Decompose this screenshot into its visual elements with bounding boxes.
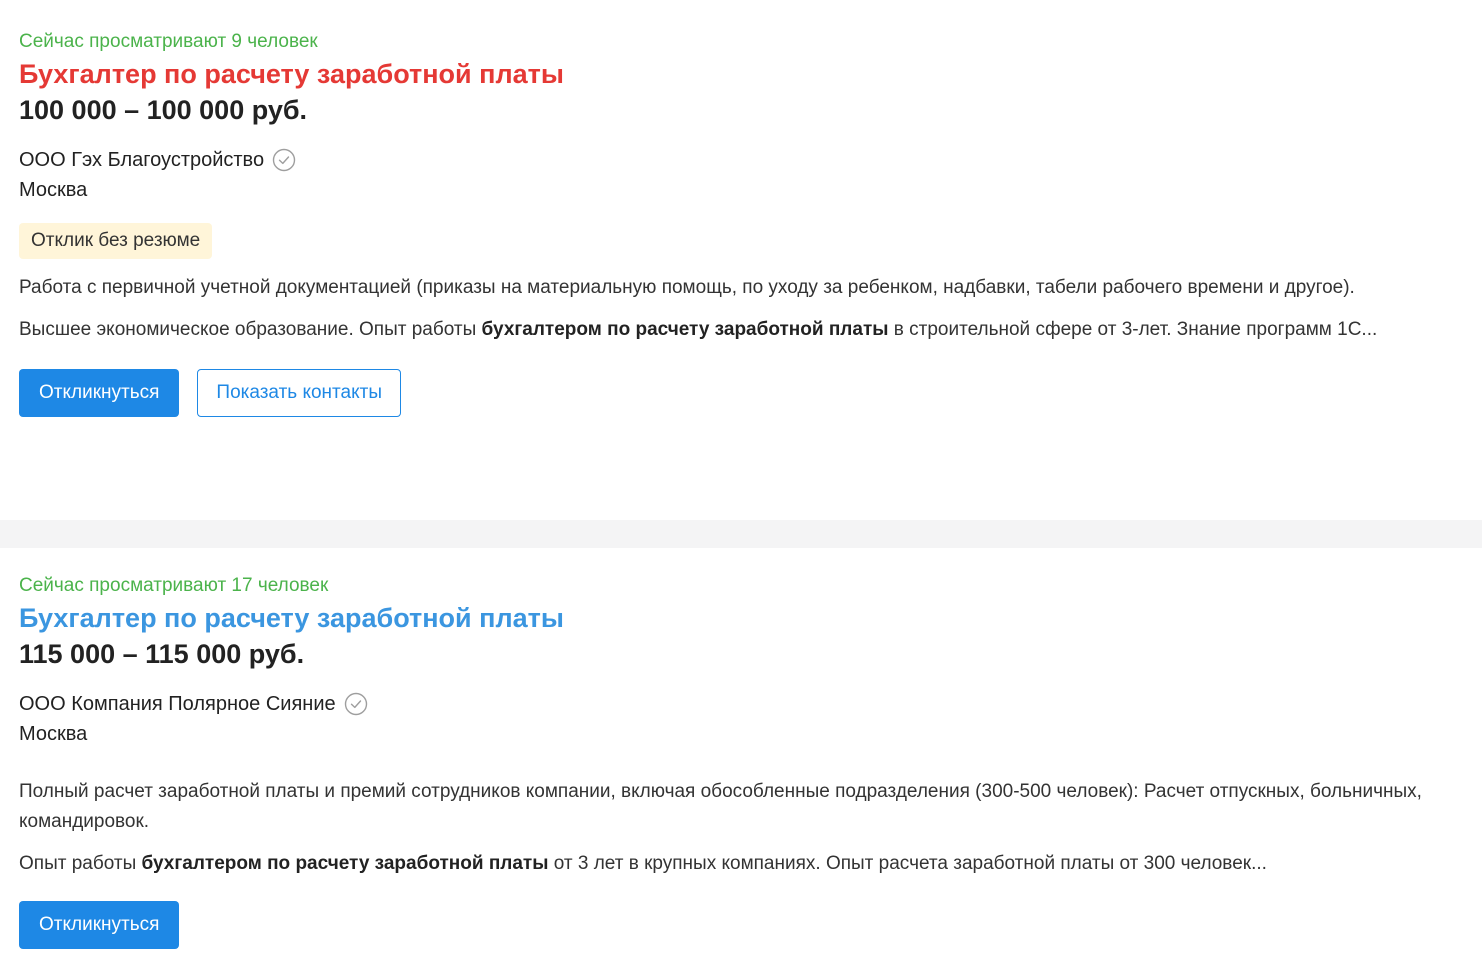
card-actions: Откликнуться [19, 901, 1470, 949]
viewers-count: Сейчас просматривают 9 человек [19, 31, 318, 52]
city: Москва [19, 179, 88, 201]
card-separator [0, 520, 1482, 548]
responsibility-text: Работа с первичной учетной документацией… [19, 277, 1355, 298]
salary: 115 000 – 115 000 руб. [19, 639, 305, 669]
requirement-text-start: Опыт работы [19, 853, 142, 874]
company-name[interactable]: ООО Компания Полярное Сияние [19, 691, 336, 717]
company-row: ООО Компания Полярное Сияние [19, 691, 1470, 717]
requirement-text: Опыт работы бухгалтером по расчету зараб… [19, 849, 1470, 879]
requirement-text: Высшее экономическое образование. Опыт р… [19, 315, 1470, 345]
respond-button[interactable]: Откликнуться [19, 369, 180, 417]
requirement-text-end: в строительной сфере от 3-лет. Знание пр… [888, 319, 1378, 340]
vacancy-title-link[interactable]: Бухгалтер по расчету заработной платы [19, 57, 564, 91]
vacancy-card: Сейчас просматривают 17 человек Бухгалте… [0, 548, 1482, 966]
company-row: ООО Гэх Благоустройство [19, 147, 1470, 173]
vacancy-card: Сейчас просматривают 9 человек Бухгалтер… [0, 0, 1482, 520]
city: Москва [19, 723, 88, 745]
viewers-count: Сейчас просматривают 17 человек [19, 575, 329, 596]
check-circle-icon [344, 692, 368, 716]
salary: 100 000 – 100 000 руб. [19, 95, 308, 125]
company-name[interactable]: ООО Гэх Благоустройство [19, 147, 264, 173]
card-actions: Откликнуться Показать контакты [19, 369, 1470, 417]
requirement-highlight: бухгалтером по расчету заработной платы [141, 853, 549, 874]
no-resume-badge: Отклик без резюме [19, 223, 213, 259]
requirement-text-end: от 3 лет в крупных компаниях. Опыт расче… [548, 853, 1267, 874]
check-circle-icon [272, 148, 296, 172]
show-contacts-button[interactable]: Показать контакты [197, 369, 401, 417]
responsibility-text: Полный расчет заработной платы и премий … [19, 781, 1422, 832]
respond-button[interactable]: Откликнуться [19, 901, 180, 949]
requirement-highlight: бухгалтером по расчету заработной платы [481, 319, 889, 340]
vacancy-title-link[interactable]: Бухгалтер по расчету заработной платы [19, 601, 564, 635]
requirement-text-start: Высшее экономическое образование. Опыт р… [19, 319, 482, 340]
